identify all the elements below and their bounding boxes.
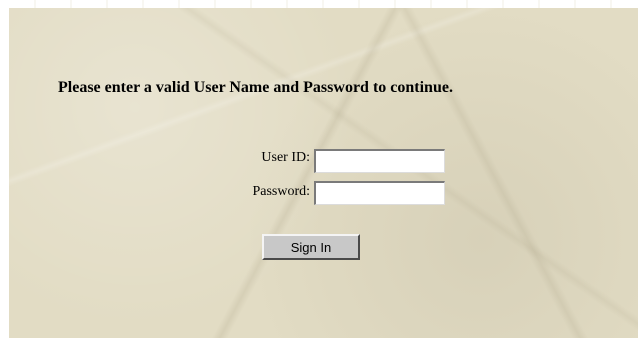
top-border-strip: [0, 0, 642, 8]
user-id-label: User ID:: [261, 150, 310, 165]
page: Please enter a valid User Name and Passw…: [0, 0, 642, 341]
login-panel: [9, 8, 638, 338]
login-prompt: Please enter a valid User Name and Passw…: [58, 79, 453, 96]
password-label: Password:: [252, 184, 310, 199]
sign-in-button[interactable]: Sign In: [262, 234, 360, 260]
password-input[interactable]: [314, 181, 445, 205]
user-id-input[interactable]: [314, 149, 445, 173]
